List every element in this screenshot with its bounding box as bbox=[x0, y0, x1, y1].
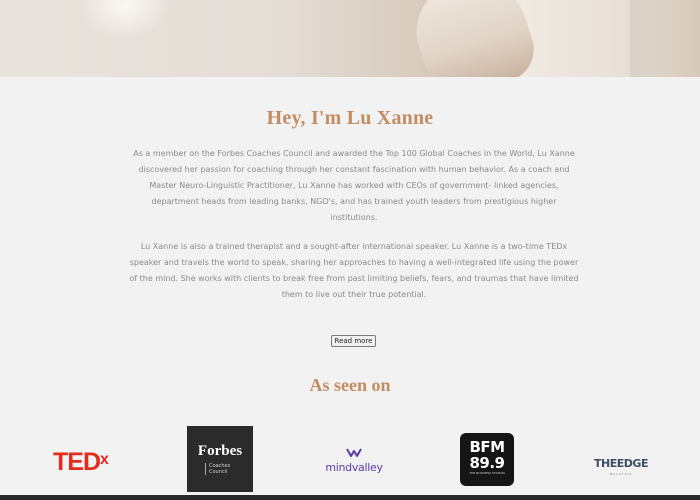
hero-image bbox=[0, 0, 700, 77]
bfm-logo-line1: BFM bbox=[469, 438, 505, 456]
mindvalley-logo-text: mindvalley bbox=[325, 461, 383, 474]
tedx-logo-x: x bbox=[100, 451, 109, 468]
hero-fold-shadow bbox=[630, 0, 670, 77]
tedx-logo-text: TED bbox=[53, 448, 101, 476]
forbes-logo-name: Forbes bbox=[197, 443, 243, 459]
hero-light-glow bbox=[80, 0, 170, 40]
hero-hand bbox=[403, 0, 543, 77]
seen-on-title: As seen on bbox=[309, 375, 391, 395]
theedge-logo-subtitle: MALAYSIA bbox=[609, 472, 633, 476]
read-more-button[interactable]: Read more bbox=[331, 335, 376, 347]
forbes-logo-subtitle: Coaches Council bbox=[205, 463, 235, 475]
about-paragraph-1: As a member on the Forbes Coaches Counci… bbox=[133, 149, 575, 222]
theedge-logo-the: THE bbox=[594, 457, 617, 470]
tedx-logo[interactable]: TEDx bbox=[53, 447, 109, 475]
bfm-logo-line2: 89.9 bbox=[469, 454, 505, 472]
mindvalley-logo[interactable]: mindvalley bbox=[321, 448, 387, 476]
bfm-logo[interactable]: BFM 89.9 THE BUSINESS STATION bbox=[460, 433, 514, 486]
bottom-edge bbox=[0, 495, 700, 500]
about-paragraph-2: Lu Xanne is also a trained therapist and… bbox=[129, 242, 579, 299]
theedge-logo-edge: EDGE bbox=[616, 457, 649, 470]
mindvalley-mark-icon bbox=[346, 448, 362, 457]
about-title: Hey, I'm Lu Xanne bbox=[266, 107, 434, 129]
bfm-logo-tagline: THE BUSINESS STATION bbox=[469, 471, 505, 475]
theedge-logo-text: THEEDGE bbox=[594, 457, 648, 470]
theedge-logo[interactable]: THEEDGE MALAYSIA bbox=[588, 452, 654, 476]
forbes-logo[interactable]: Forbes Coaches Council bbox=[187, 426, 253, 492]
page: Hey, I'm Lu Xanne As a member on the For… bbox=[0, 0, 700, 500]
